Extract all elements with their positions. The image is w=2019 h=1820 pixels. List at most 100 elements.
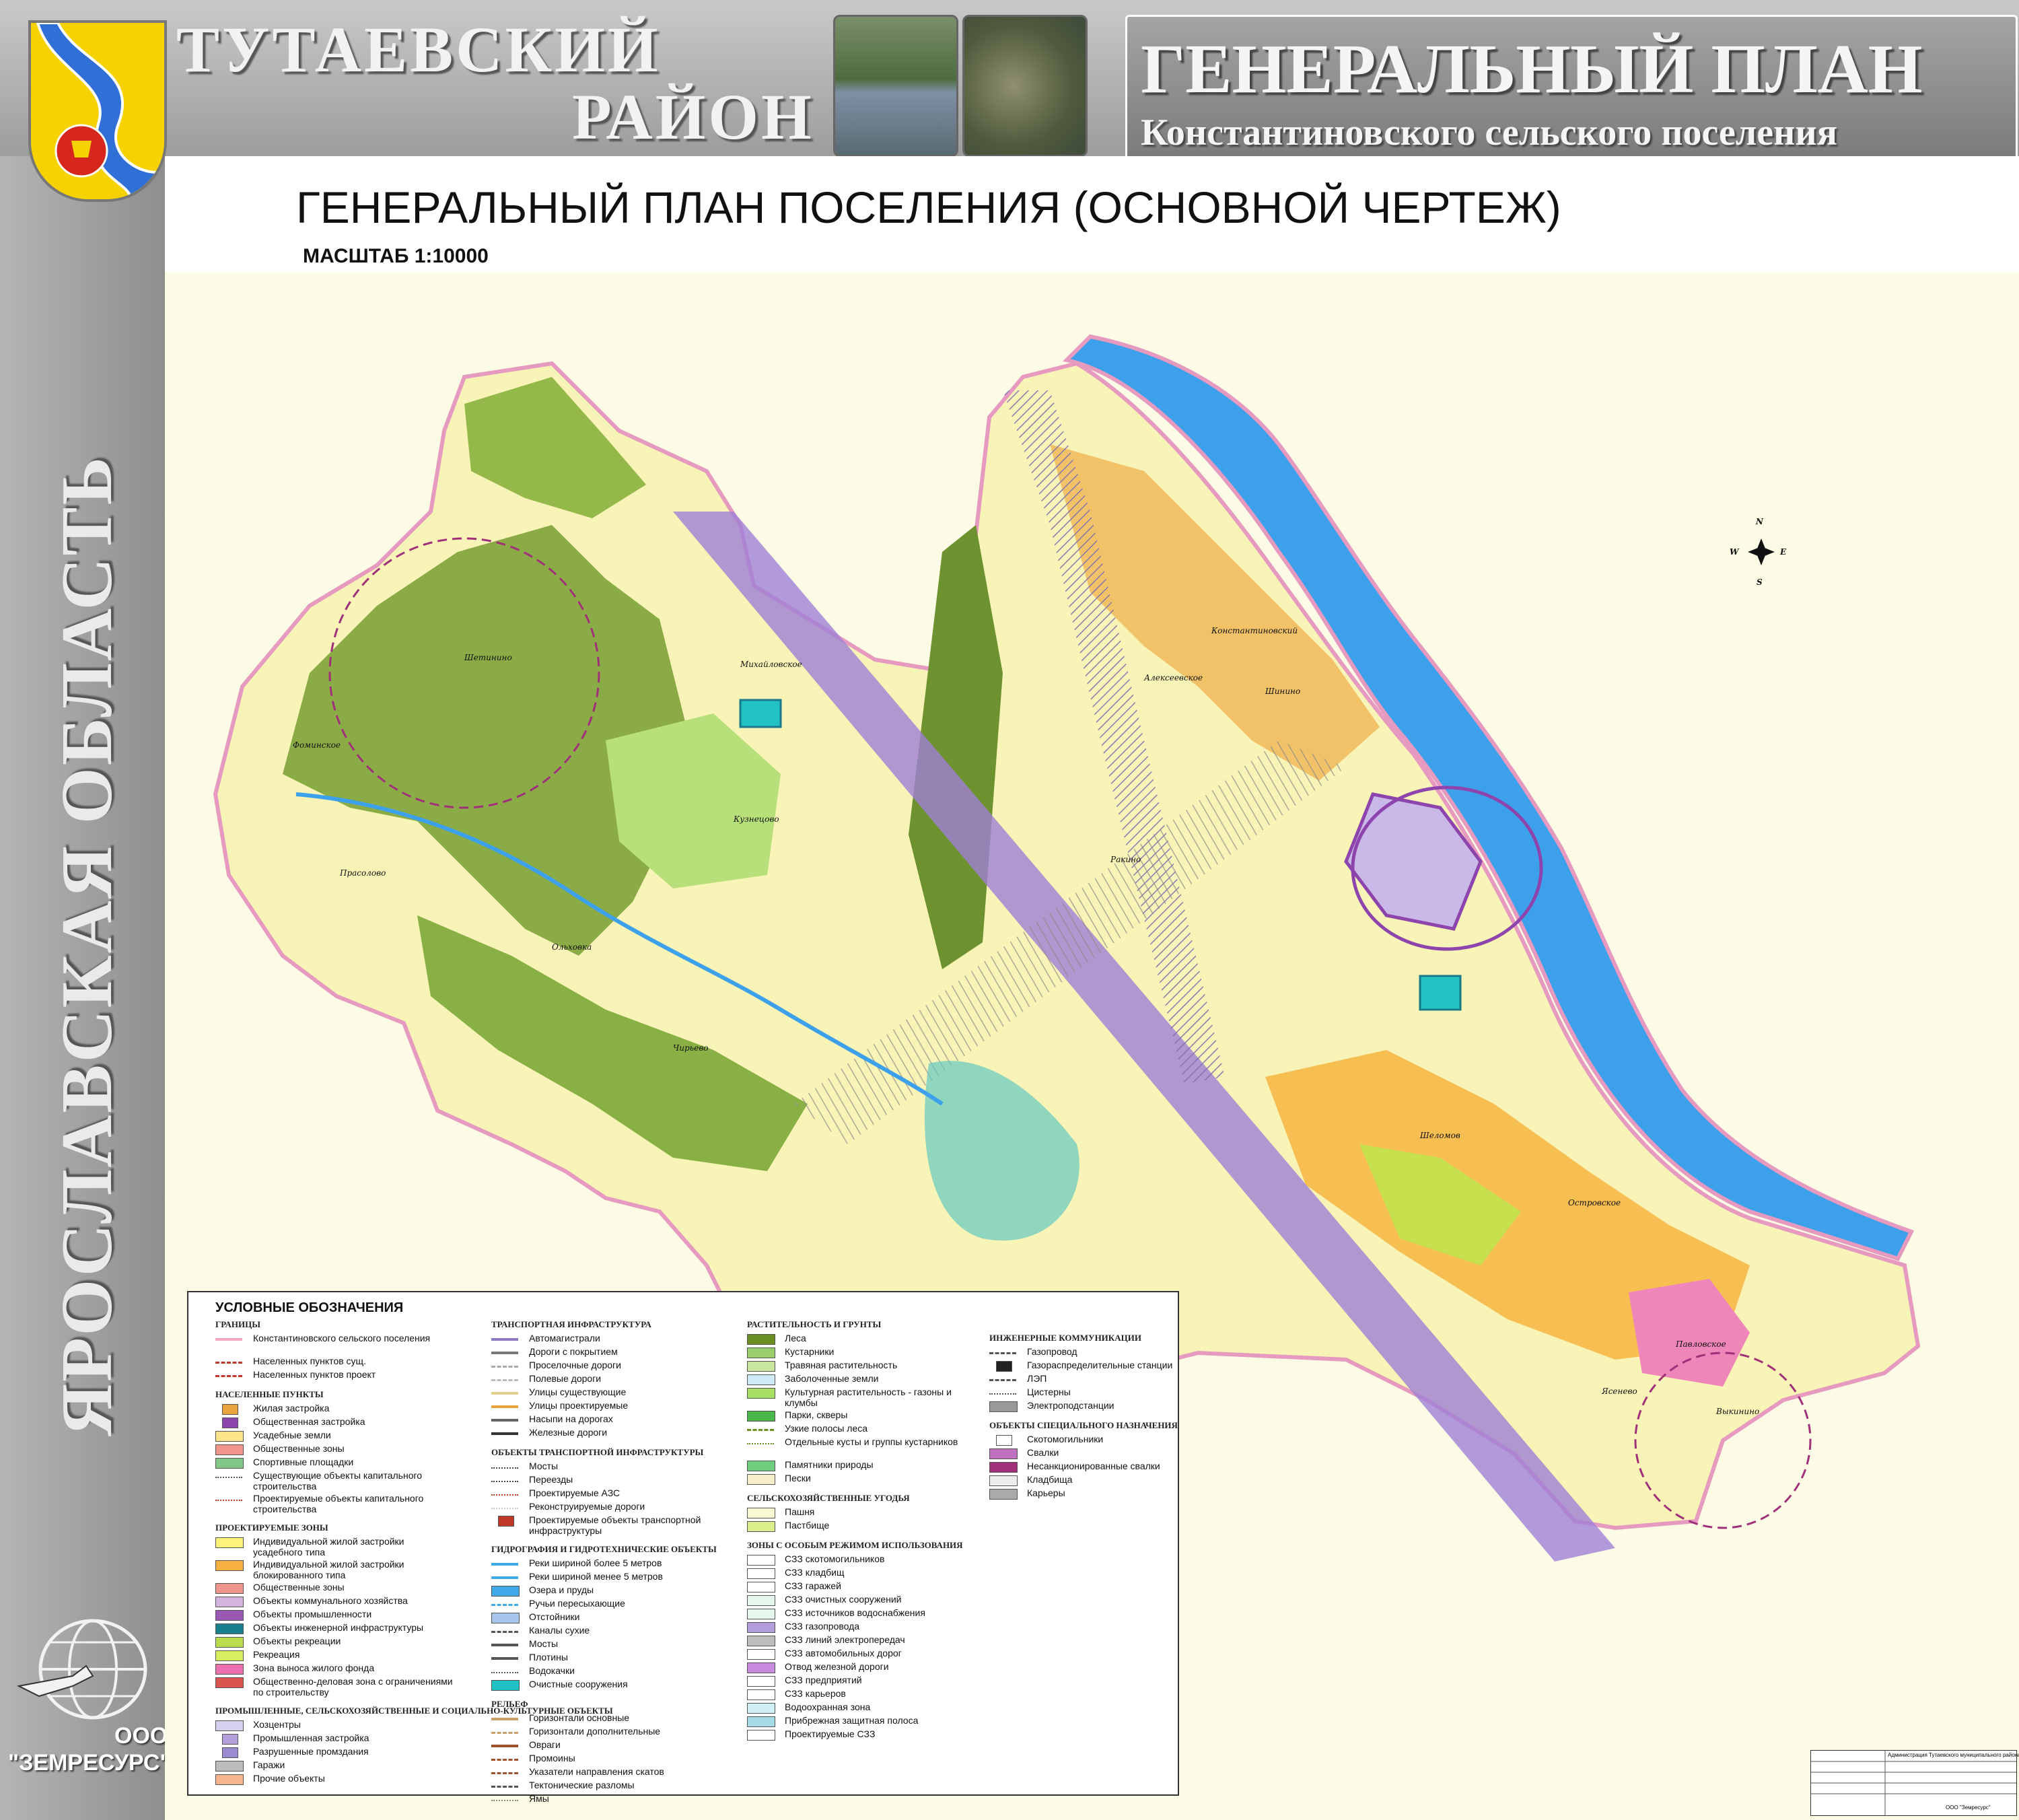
legend-item-label: Индивидуальной жилой застройки усадебног… <box>253 1536 404 1558</box>
legend-swatch <box>747 1676 775 1687</box>
legend-item-label: Отстойники <box>529 1611 580 1622</box>
legend-swatch <box>747 1508 775 1518</box>
legend-swatch <box>989 1401 1018 1412</box>
legend-section-title: ТРАНСПОРТНАЯ ИНФРАСТРУКТУРА <box>491 1319 651 1329</box>
legend-item-label: СЗЗ скотомогильников <box>785 1553 885 1564</box>
legend-swatch <box>215 1720 244 1731</box>
legend-item-label: СЗЗ кладбищ <box>785 1567 845 1578</box>
legend-swatch <box>222 1734 238 1745</box>
legend-swatch <box>491 1667 518 1673</box>
legend-swatch <box>747 1703 775 1714</box>
legend-swatch <box>747 1689 775 1700</box>
legend-item-label: Парки, скверы <box>785 1409 848 1420</box>
compass-e: E <box>1780 547 1787 557</box>
legend-item-label: Несанкционированные свалки <box>1027 1461 1160 1471</box>
legend-swatch <box>222 1418 238 1428</box>
map-legend: УСЛОВНЫЕ ОБОЗНАЧЕНИЯ ГРАНИЦЫ Константинов… <box>187 1291 1179 1804</box>
legend-item-label: Культурная растительность - газоны и клу… <box>785 1387 952 1408</box>
legend-item-label: ЛЭП <box>1027 1373 1047 1384</box>
legend-item-label: Прибрежная защитная полоса <box>785 1715 919 1726</box>
legend-section-title: ЗОНЫ С ОСОБЫМ РЕЖИМОМ ИСПОЛЬЗОВАНИЯ <box>747 1540 963 1550</box>
place-label: Михайловское <box>740 660 802 669</box>
legend-swatch <box>491 1502 518 1509</box>
place-label: Выкинино <box>1716 1407 1760 1416</box>
legend-item-label: Пастбище <box>785 1520 830 1531</box>
legend-item-label: Индивидуальной жилой застройки блокирова… <box>253 1559 404 1580</box>
legend-item-label: Очистные сооружения <box>529 1679 628 1689</box>
legend-item-label: Гаражи <box>253 1759 285 1770</box>
legend-swatch <box>222 1747 238 1758</box>
legend-swatch <box>491 1680 520 1691</box>
legend-item-label: Леса <box>785 1333 806 1343</box>
legend-swatch <box>215 1494 242 1501</box>
legend-swatch <box>491 1732 518 1734</box>
legend-item-label: Кустарники <box>785 1346 835 1357</box>
legend-section-title: РАСТИТЕЛЬНОСТЬ И ГРУНТЫ <box>747 1319 882 1329</box>
legend-swatch <box>215 1375 242 1377</box>
legend-item-label: Реки шириной более 5 метров <box>529 1558 662 1568</box>
legend-item-label: Константиновского сельского поселения <box>253 1333 431 1343</box>
legend-swatch <box>747 1388 775 1399</box>
legend-swatch <box>747 1348 775 1358</box>
legend-swatch <box>215 1583 244 1594</box>
legend-swatch <box>989 1448 1018 1459</box>
legend-item-label: Газораспределительные станции <box>1027 1360 1173 1370</box>
legend-swatch <box>989 1489 1018 1500</box>
legend-item-label: Железные дороги <box>529 1427 608 1438</box>
legend-swatch <box>491 1613 520 1623</box>
place-label: Шеломов <box>1420 1131 1460 1140</box>
legend-item-label: СЗЗ гаражей <box>785 1580 841 1591</box>
place-label: Алексеевское <box>1144 673 1203 682</box>
legend-item-label: Реконструируемые дороги <box>529 1501 645 1512</box>
place-label: Ольховка <box>552 942 592 952</box>
legend-item-label: Проектируемые объекты капитального строи… <box>253 1493 424 1514</box>
legend-swatch <box>491 1432 518 1435</box>
legend-swatch <box>498 1516 514 1527</box>
stamp-line2: ООО "Земресурс" <box>1946 1805 1991 1811</box>
legend-swatch <box>491 1338 518 1341</box>
legend-item-label: Тектонические разломы <box>529 1780 635 1790</box>
legend-swatch <box>996 1361 1012 1372</box>
place-label: Павловское <box>1676 1339 1726 1349</box>
legend-item-label: Разрушенные промздания <box>253 1746 369 1757</box>
legend-swatch <box>215 1650 244 1661</box>
legend-swatch <box>747 1568 775 1579</box>
legend-item-label: Заболоченные земли <box>785 1373 879 1384</box>
legend-swatch <box>491 1576 518 1579</box>
legend-swatch <box>491 1462 518 1469</box>
place-label: Шетинино <box>464 653 512 662</box>
legend-swatch <box>491 1772 518 1774</box>
legend-item-label: Газопровод <box>1027 1346 1077 1357</box>
legend-section-title: ГИДРОГРАФИЯ И ГИДРОТЕХНИЧЕСКИЕ ОБЪЕКТЫ <box>491 1544 717 1554</box>
legend-section-title: СЕЛЬСКОХОЗЯЙСТВЕННЫЕ УГОДЬЯ <box>747 1493 910 1503</box>
legend-item-label: Усадебные земли <box>253 1430 331 1440</box>
legend-swatch <box>491 1759 518 1761</box>
legend-swatch <box>747 1582 775 1593</box>
legend-item-label: Промышленная застройка <box>253 1733 369 1743</box>
legend-item-label: Населенных пунктов сущ. <box>253 1356 366 1366</box>
legend-swatch <box>215 1623 244 1634</box>
legend-item-label: Переезды <box>529 1474 573 1485</box>
legend-item-label: Зона выноса жилого фонда <box>253 1663 375 1673</box>
legend-item-label: Общественно-деловая зона с ограничениями… <box>253 1676 453 1698</box>
legend-item-label: Улицы проектируемые <box>529 1400 629 1411</box>
legend-swatch <box>215 1431 244 1442</box>
legend-swatch <box>215 1637 244 1648</box>
legend-item-label: Свалки <box>1027 1447 1059 1458</box>
legend-section-title: ОБЪЕКТЫ ТРАНСПОРТНОЙ ИНФРАСТРУКТУРЫ <box>491 1447 704 1457</box>
water-facility-east <box>1419 975 1462 1011</box>
legend-item-label: Пески <box>785 1473 811 1483</box>
legend-section-title: НАСЕЛЕННЫЕ ПУНКТЫ <box>215 1389 324 1399</box>
legend-item-label: Рекреация <box>253 1649 300 1660</box>
legend-item-label: Хозцентры <box>253 1719 301 1730</box>
legend-item-label: Реки шириной менее 5 метров <box>529 1571 663 1582</box>
legend-item-label: Проектируемые АЗС <box>529 1488 621 1498</box>
legend-swatch <box>215 1664 244 1675</box>
legend-swatch <box>215 1774 244 1785</box>
legend-item-label: Общественные зоны <box>253 1443 345 1454</box>
place-label: Ясенево <box>1602 1387 1637 1396</box>
place-label: Кузнецово <box>734 814 779 824</box>
legend-item-label: Водокачки <box>529 1665 575 1676</box>
legend-swatch <box>215 1560 244 1571</box>
legend-item-label: Памятники природы <box>785 1459 874 1470</box>
